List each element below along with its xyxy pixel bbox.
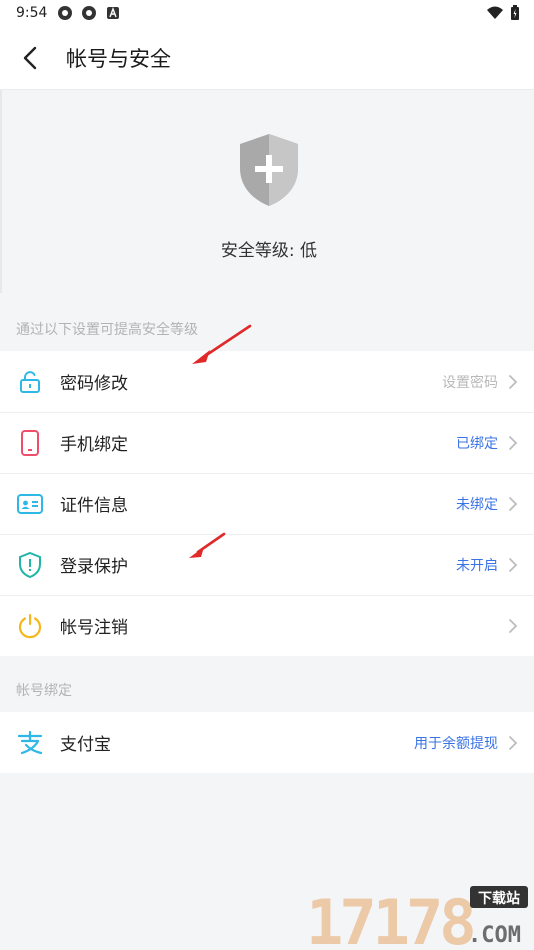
- chevron-right-icon: [509, 735, 518, 750]
- row-phone-binding[interactable]: 手机绑定 已绑定: [0, 412, 534, 473]
- shield-alert-icon: [19, 551, 41, 578]
- chevron-right-icon: [509, 557, 518, 572]
- power-icon: [18, 613, 42, 638]
- chevron-right-icon: [509, 496, 518, 511]
- back-button[interactable]: [0, 26, 60, 90]
- watermark-tag: 下载站: [478, 890, 520, 907]
- row-id-info[interactable]: 证件信息 未绑定: [0, 473, 534, 534]
- app-bar: 帐号与安全: [0, 26, 534, 90]
- security-settings-list: 密码修改 设置密码 手机绑定 已绑定 证件信息 未绑定 登录保护 未开启 帐号注…: [0, 351, 534, 656]
- lock-open-icon: [20, 370, 40, 393]
- row-value: 已绑定: [456, 435, 498, 452]
- row-value: 设置密码: [442, 374, 498, 391]
- section-label-binding: 帐号绑定: [16, 683, 72, 699]
- annotation-arrow-icon: [189, 532, 226, 558]
- status-time: 9:54: [16, 5, 48, 21]
- row-alipay[interactable]: 支付宝 用于余额提现: [0, 712, 534, 773]
- row-label: 证件信息: [60, 496, 128, 516]
- shield-plus-icon: [240, 134, 298, 206]
- watermark-number: 17178: [306, 886, 473, 950]
- binding-list: 支付宝 用于余额提现: [0, 712, 534, 773]
- row-password-change[interactable]: 密码修改 设置密码: [0, 351, 534, 412]
- phone-icon: [21, 429, 39, 456]
- app-notification-icon: [58, 6, 73, 20]
- row-value: 未绑定: [456, 496, 498, 513]
- security-level-card: 安全等级: 低: [0, 90, 534, 293]
- row-login-protection[interactable]: 登录保护 未开启: [0, 534, 534, 595]
- id-card-icon: [17, 493, 43, 514]
- security-level-text: 安全等级: 低: [220, 241, 318, 261]
- site-watermark-logo: 17178 下载站 .COM: [306, 886, 528, 950]
- row-label: 帐号注销: [60, 618, 128, 638]
- page-title: 帐号与安全: [66, 46, 171, 71]
- chevron-right-icon: [509, 374, 518, 389]
- app-notification-icon: [82, 6, 97, 20]
- row-value: 用于余额提现: [414, 735, 498, 752]
- row-value: 未开启: [456, 557, 498, 574]
- row-account-cancel[interactable]: 帐号注销: [0, 595, 534, 656]
- row-label: 密码修改: [60, 374, 128, 394]
- annotation-arrow-icon: [192, 324, 252, 364]
- wifi-icon: [487, 6, 503, 19]
- alipay-icon: [17, 730, 43, 754]
- chevron-right-icon: [509, 435, 518, 450]
- chevron-left-icon: [23, 46, 37, 69]
- chevron-right-icon: [509, 618, 518, 633]
- battery-icon: [511, 5, 519, 20]
- row-label: 支付宝: [60, 735, 111, 755]
- status-bar: 9:54: [0, 0, 534, 26]
- watermark-domain: .COM: [468, 923, 521, 948]
- row-label: 登录保护: [60, 557, 128, 577]
- text-notification-icon: [107, 7, 120, 19]
- section-label-improve: 通过以下设置可提高安全等级: [16, 322, 198, 338]
- row-label: 手机绑定: [60, 435, 128, 455]
